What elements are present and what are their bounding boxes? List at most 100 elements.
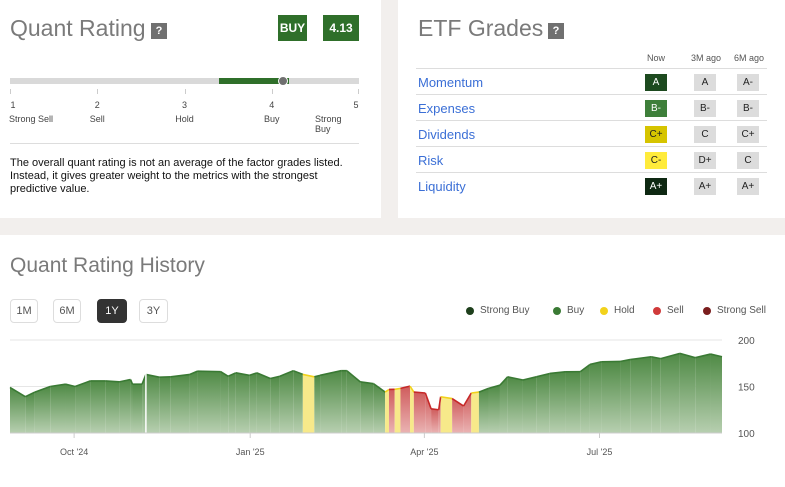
divider: [10, 143, 359, 144]
area-segment: [565, 371, 581, 433]
legend-item[interactable]: Hold: [600, 305, 635, 316]
range-button-1m[interactable]: 1M: [10, 299, 38, 323]
area-segment: [360, 381, 374, 433]
grade-link-expenses[interactable]: Expenses: [418, 101, 475, 116]
grade-now: C-: [645, 152, 667, 169]
range-button-6m[interactable]: 6M: [53, 299, 81, 323]
legend-dot-icon: [653, 306, 661, 315]
grade-link-momentum[interactable]: Momentum: [418, 75, 483, 90]
area-segment: [10, 387, 26, 433]
legend-label: Buy: [567, 305, 585, 316]
scale-tick: [358, 89, 359, 94]
rating-scale-marker: [278, 76, 289, 86]
area-segment: [385, 389, 389, 433]
area-segment: [452, 398, 464, 433]
grade-link-dividends[interactable]: Dividends: [418, 127, 475, 142]
rating-description: The overall quant rating is not an avera…: [10, 157, 343, 195]
area-segment: [228, 372, 236, 433]
legend-dot-icon: [703, 306, 711, 315]
grade-3m-ago: D+: [694, 152, 716, 169]
grade-6m-ago: B-: [737, 100, 759, 117]
grade-now: A+: [645, 178, 667, 195]
area-segment: [522, 376, 537, 433]
legend-item[interactable]: Strong Sell: [703, 305, 766, 316]
area-segment: [478, 388, 489, 433]
scale-label: Buy: [263, 114, 280, 124]
grade-6m-ago: C: [737, 152, 759, 169]
rating-scale-track: [10, 76, 359, 86]
legend-label: Strong Sell: [717, 305, 766, 316]
y-tick-label: 150: [738, 383, 755, 394]
scale-label: Hold: [175, 114, 194, 124]
legend-item[interactable]: Buy: [553, 305, 584, 316]
area-segment: [75, 380, 91, 433]
grade-3m-ago: C: [694, 126, 716, 143]
x-tick-label: Apr '25: [410, 447, 438, 457]
etf-grades-panel: ETF Grades ? Now 3M ago 6M ago Momentum …: [398, 0, 785, 218]
area-segment: [189, 371, 198, 433]
legend-item[interactable]: Strong Buy: [466, 305, 529, 316]
area-segment: [119, 379, 131, 433]
grade-link-risk[interactable]: Risk: [418, 153, 443, 168]
area-segment: [660, 353, 680, 433]
legend-dot-icon: [553, 306, 561, 315]
legend-label: Sell: [667, 305, 684, 316]
y-tick-label: 200: [738, 336, 755, 347]
area-segment: [256, 372, 271, 433]
scale-number: 4: [269, 100, 275, 110]
grade-6m-ago: C+: [737, 126, 759, 143]
area-segment: [679, 353, 696, 433]
area-segment: [471, 392, 479, 433]
history-title: Quant Rating History: [10, 254, 205, 277]
area-segment: [630, 356, 652, 433]
grade-6m-ago: A-: [737, 74, 759, 91]
grade-3m-ago: A: [694, 74, 716, 91]
area-segment: [507, 376, 523, 433]
area-segment: [50, 384, 66, 433]
range-button-1y[interactable]: 1Y: [97, 299, 127, 323]
area-segment: [601, 361, 621, 433]
area-segment: [341, 370, 347, 433]
area-segment: [580, 364, 590, 433]
scale-label: Strong Sell: [8, 114, 54, 124]
grade-3m-ago: A+: [694, 178, 716, 195]
rating-badge: BUY: [278, 15, 307, 41]
grade-link-liquidity[interactable]: Liquidity: [418, 179, 466, 194]
area-segment: [302, 374, 315, 433]
grade-row: Expenses B- B- B-: [416, 94, 767, 120]
x-tick-label: Jan '25: [236, 447, 265, 457]
quant-rating-panel: Quant Rating ? BUY 4.13 1 Strong Sell 2 …: [0, 0, 381, 218]
area-segment: [431, 408, 439, 433]
help-icon[interactable]: ?: [151, 23, 167, 39]
range-button-3y[interactable]: 3Y: [139, 299, 168, 323]
help-icon[interactable]: ?: [548, 23, 564, 39]
legend-item[interactable]: Sell: [653, 305, 684, 316]
grade-row: Liquidity A+ A+ A+: [416, 172, 767, 198]
area-segment: [170, 374, 190, 433]
grade-row: Dividends C+ C C+: [416, 120, 767, 146]
area-segment: [410, 386, 414, 433]
legend-dot-icon: [466, 306, 474, 315]
price-line-segment: [394, 387, 401, 391]
column-6m-ago: 6M ago: [733, 53, 765, 63]
area-segment: [293, 370, 303, 433]
area-segment: [710, 354, 722, 433]
area-segment: [400, 386, 411, 433]
area-segment: [279, 370, 294, 433]
grade-now: C+: [645, 126, 667, 143]
area-segment: [394, 388, 401, 433]
area-segment: [65, 384, 76, 433]
scale-label: Strong Buy: [315, 114, 342, 134]
area-segment: [270, 376, 280, 433]
grade-now: B-: [645, 100, 667, 117]
area-segment: [549, 371, 566, 433]
scale-tick: [10, 89, 11, 94]
grade-row: Momentum A A A-: [416, 68, 767, 94]
price-line-segment: [413, 391, 426, 394]
area-segment: [620, 359, 631, 433]
scale-number: 1: [10, 100, 16, 110]
grade-row: Risk C- D+ C: [416, 146, 767, 172]
scale-label: Sell: [89, 114, 105, 124]
column-now: Now: [646, 53, 666, 63]
area-segment: [197, 371, 221, 433]
